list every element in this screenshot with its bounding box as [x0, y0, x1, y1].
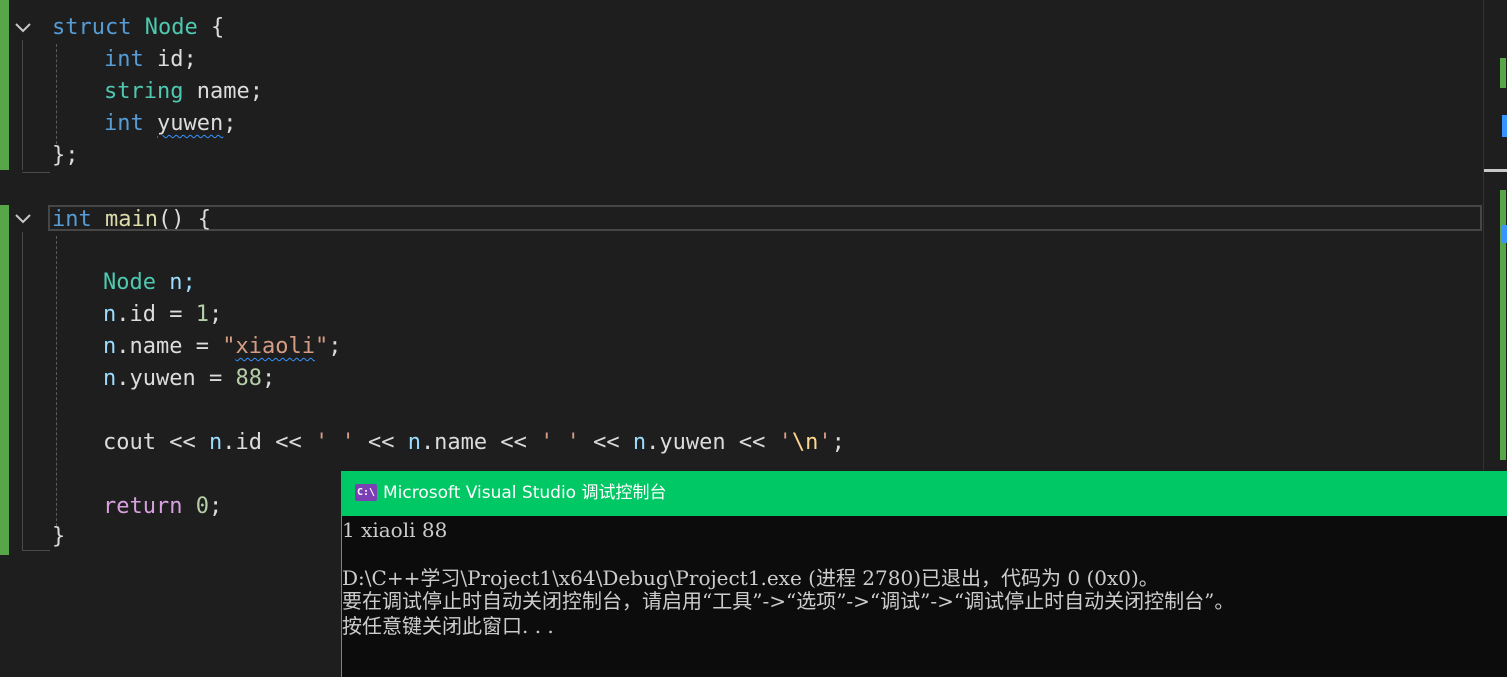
indent-guide [56, 236, 57, 526]
code-line-return[interactable]: return 0; [103, 491, 222, 523]
code-line-node-decl[interactable]: Node n; [103, 267, 196, 299]
indent-guide [56, 44, 57, 144]
member-assign: .yuwen = [116, 366, 236, 391]
field-decl: id; [143, 47, 197, 72]
keyword: int [52, 207, 92, 232]
type-name: Node [144, 15, 198, 40]
punctuation: }; [52, 143, 79, 168]
punctuation: ; [831, 430, 845, 455]
operator: << [261, 430, 315, 455]
collapse-struct-icon[interactable] [12, 17, 34, 39]
member: .yuwen [646, 430, 726, 455]
char-literal: ' ' [540, 430, 580, 455]
operator: << [354, 430, 408, 455]
current-line-highlight [48, 205, 1482, 231]
scroll-marker [1500, 58, 1506, 88]
code-line-cout[interactable]: cout << n.id << ' ' << n.name << ' ' << … [103, 427, 845, 459]
variable: n [103, 366, 117, 391]
console-press-key-message: 按任意键关闭此窗口. . . [342, 614, 554, 638]
field-name: yuwen [157, 111, 224, 136]
console-exit-message: D:\C++学习\Project1\x64\Debug\Project1.exe… [342, 566, 1159, 590]
number: 0 [195, 494, 209, 519]
code-line-id-assign[interactable]: n.id = 1; [103, 299, 222, 331]
change-indicator-bar [0, 205, 9, 555]
vertical-scrollbar[interactable] [1483, 0, 1507, 470]
member-assign: .id = [116, 302, 196, 327]
console-hint-message: 要在调试停止时自动关闭控制台，请启用“工具”->“选项”->“调试”->“调试停… [342, 589, 1235, 613]
keyword: int [104, 47, 144, 72]
escape-sequence: \n [791, 430, 819, 455]
console-title: Microsoft Visual Studio 调试控制台 [383, 483, 667, 503]
number: 1 [195, 302, 209, 327]
code-line-1[interactable]: struct Node { [52, 12, 224, 44]
member: .name [420, 430, 488, 455]
scroll-position-indicator[interactable] [1484, 169, 1507, 172]
scroll-marker [1502, 115, 1507, 137]
variable: n [103, 334, 117, 359]
operator: << [155, 430, 209, 455]
variable: n; [155, 270, 196, 295]
punctuation: { [197, 15, 225, 40]
console-output-line: 1 xiaoli 88 [342, 518, 448, 542]
operator: << [487, 430, 541, 455]
member: .id [222, 430, 262, 455]
number: 88 [235, 366, 262, 391]
string-literal: xiaoli [235, 334, 315, 359]
punctuation: ; [261, 366, 276, 391]
variable: n [407, 430, 421, 455]
code-line-2[interactable]: int id; [104, 44, 197, 76]
punctuation: ; [223, 111, 237, 136]
code-line-5[interactable]: }; [52, 140, 79, 172]
type-name: Node [103, 270, 156, 295]
code-line-yuwen-assign[interactable]: n.yuwen = 88; [103, 363, 275, 395]
scroll-marker [1502, 225, 1507, 243]
code-line-close-main[interactable]: } [52, 521, 65, 553]
console-app-icon: C:\ [355, 484, 377, 501]
string-quote: " [222, 334, 236, 359]
scope-line [22, 40, 23, 170]
code-line-4[interactable]: int yuwen; [104, 108, 236, 140]
char-quote: ' [818, 430, 832, 455]
variable: n [103, 302, 117, 327]
variable: n [208, 430, 223, 455]
punctuation: ; [208, 302, 223, 327]
code-line-3[interactable]: string name; [104, 76, 263, 108]
scope-line [22, 550, 50, 551]
operator: << [579, 430, 633, 455]
operator: << [725, 430, 779, 455]
char-literal: ' ' [314, 430, 355, 455]
string-quote: " [314, 334, 329, 359]
char-quote: ' [778, 430, 792, 455]
punctuation: ; [328, 334, 342, 359]
scope-line [22, 232, 23, 550]
code-line-main[interactable]: int main() { [52, 204, 211, 236]
function-name: main [105, 207, 158, 232]
keyword: int [104, 111, 144, 136]
punctuation: } [52, 524, 66, 549]
cout-identifier: cout [103, 430, 156, 455]
code-line-name-assign[interactable]: n.name = "xiaoli"; [103, 331, 341, 363]
console-title-bar[interactable]: C:\ Microsoft Visual Studio 调试控制台 [342, 471, 1507, 516]
field-decl: name; [183, 79, 263, 104]
variable: n [632, 430, 647, 455]
collapse-main-icon[interactable] [12, 208, 34, 230]
scope-line [22, 172, 50, 173]
debug-console-window[interactable]: C:\ Microsoft Visual Studio 调试控制台 1 xiao… [341, 471, 1507, 677]
keyword: struct [52, 15, 132, 40]
change-indicator-bar [0, 0, 9, 170]
punctuation: ; [208, 494, 223, 519]
punctuation: () { [157, 207, 211, 232]
type-name: string [104, 79, 184, 104]
member-assign: .name = [116, 334, 223, 359]
control-keyword: return [103, 494, 183, 519]
